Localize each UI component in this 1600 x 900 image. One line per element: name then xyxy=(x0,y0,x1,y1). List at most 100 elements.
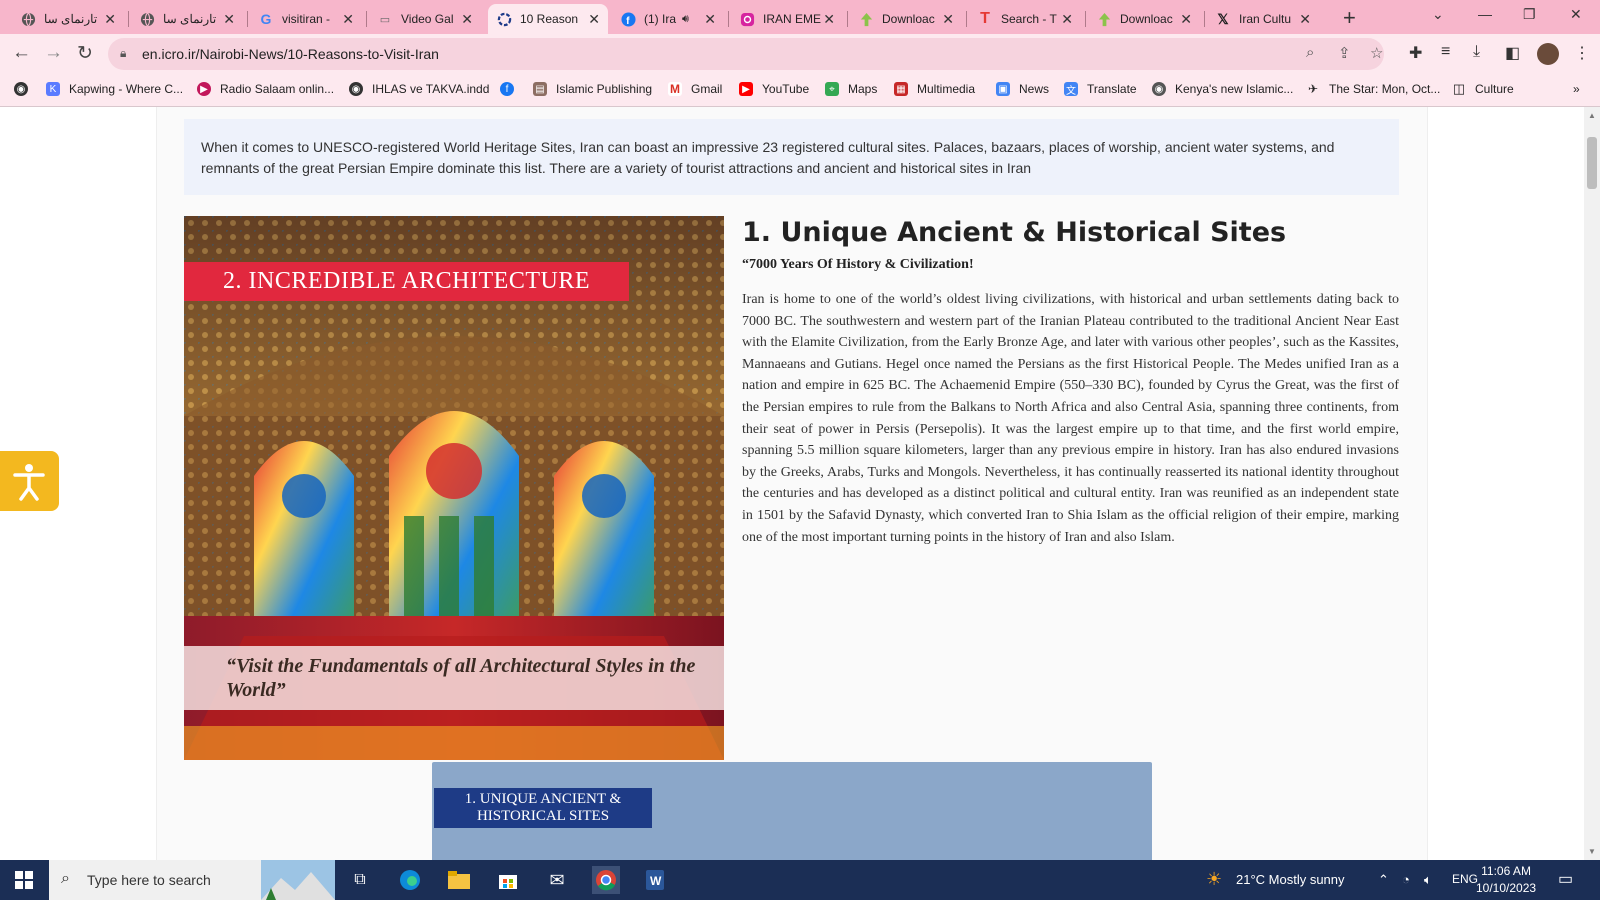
tab-1[interactable]: تارنمای سا ✕ xyxy=(12,4,124,34)
instagram-icon xyxy=(739,11,755,27)
close-icon[interactable]: ✕ xyxy=(942,11,954,28)
bookmark-maps[interactable]: ⌖ Maps xyxy=(825,82,877,96)
accessibility-icon xyxy=(13,464,45,501)
url-text[interactable]: en.icro.ir/Nairobi-News/10-Reasons-to-Vi… xyxy=(142,46,439,62)
t-icon: T xyxy=(980,10,990,27)
language-indicator[interactable]: ENG xyxy=(1452,872,1478,886)
mail-icon[interactable]: ✉ xyxy=(543,866,571,894)
bookmark-culture-folder[interactable]: ◫ Culture xyxy=(1452,81,1514,96)
translate-icon: 文 xyxy=(1064,82,1078,97)
new-tab-button[interactable]: + xyxy=(1343,5,1356,31)
bookmark-star-icon[interactable]: ☆ xyxy=(1370,44,1383,62)
minimize-button[interactable]: — xyxy=(1478,6,1492,22)
zoom-icon[interactable]: ⌕ xyxy=(1306,44,1314,61)
scroll-up-icon[interactable]: ▲ xyxy=(1588,111,1596,120)
tab-title: (1) Ira xyxy=(644,12,677,26)
bookmark-translate[interactable]: 文 Translate xyxy=(1064,82,1137,97)
bookmark-facebook[interactable]: f xyxy=(500,82,523,96)
clock-time: 11:06 AM xyxy=(1481,864,1531,878)
avatar[interactable] xyxy=(1537,43,1559,65)
address-bar[interactable]: 🔒︎ en.icro.ir/Nairobi-News/10-Reasons-to… xyxy=(108,38,1384,70)
close-icon[interactable]: ✕ xyxy=(1180,11,1192,28)
volume-icon[interactable]: 🔈︎ xyxy=(1424,872,1432,888)
tab-9[interactable]: T Search - T ✕ xyxy=(969,4,1081,34)
facebook-icon: f xyxy=(500,82,514,96)
share-icon[interactable]: ⇪ xyxy=(1338,44,1351,62)
bookmark-ihlas[interactable]: ◉ IHLAS ve TAKVA.indd xyxy=(349,82,489,96)
bookmark-the-star[interactable]: ✈ The Star: Mon, Oct... xyxy=(1306,82,1440,96)
folder-icon: ◫ xyxy=(1452,81,1466,96)
download-icon[interactable]: ⤓ xyxy=(1473,43,1480,61)
notifications-icon[interactable]: ▭ xyxy=(1558,869,1573,889)
tab-title: Iran Cultu xyxy=(1239,12,1292,26)
reload-icon[interactable]: ↻ xyxy=(77,42,93,65)
windows-taskbar: ⌕ Type here to search ⧉ ✉ W ☀ 21°C Mostl… xyxy=(0,860,1600,900)
bookmark-radio-salaam[interactable]: ▶ Radio Salaam onlin... xyxy=(197,82,334,96)
close-icon[interactable]: ✕ xyxy=(1299,11,1311,28)
forward-icon[interactable]: → xyxy=(44,42,63,64)
more-bookmarks-icon[interactable]: » xyxy=(1573,82,1580,96)
bookmark-multimedia[interactable]: ▦ Multimedia xyxy=(894,82,975,96)
close-icon[interactable]: ✕ xyxy=(823,11,835,28)
restore-button[interactable]: ❐ xyxy=(1523,6,1536,23)
bookmark-islamic-publishing[interactable]: ▤ Islamic Publishing xyxy=(533,82,652,96)
tab-5-active[interactable]: 10 Reason ✕ xyxy=(488,4,608,34)
bookmark-globe[interactable]: ◉ xyxy=(14,82,37,96)
taskbar-search-box[interactable]: ⌕ Type here to search xyxy=(49,860,335,900)
tab-8[interactable]: Downloac ✕ xyxy=(850,4,962,34)
task-view-icon[interactable]: ⧉ xyxy=(346,866,374,894)
show-hidden-icons[interactable]: ⌃ xyxy=(1378,872,1389,888)
close-icon[interactable]: ✕ xyxy=(588,11,600,28)
clock[interactable]: 11:06 AM 10/10/2023 xyxy=(1476,863,1536,897)
close-icon[interactable]: ✕ xyxy=(704,11,716,28)
tab-search-icon[interactable]: ⌄ xyxy=(1432,6,1444,23)
vertical-scrollbar[interactable]: ▲ ▼ xyxy=(1584,107,1600,860)
globe-icon: ◉ xyxy=(349,82,363,96)
store-icon[interactable] xyxy=(494,866,522,894)
close-icon[interactable]: ✕ xyxy=(461,11,473,28)
tab-4[interactable]: ▭ Video Gal ✕ xyxy=(369,4,481,34)
tab-7[interactable]: IRAN EME ✕ xyxy=(731,4,843,34)
bookmark-news[interactable]: ▣ News xyxy=(996,82,1049,96)
close-icon[interactable]: ✕ xyxy=(104,11,116,28)
extensions-icon[interactable]: ✚ xyxy=(1409,43,1422,63)
side-panel-icon[interactable]: ◧ xyxy=(1505,43,1520,63)
kapwing-icon: K xyxy=(46,82,60,96)
tab-2[interactable]: تارنمای سا ✕ xyxy=(131,4,243,34)
x-icon: 𝕏 xyxy=(1217,10,1229,27)
weather-icon[interactable]: ☀ xyxy=(1206,869,1222,890)
weather-text[interactable]: 21°C Mostly sunny xyxy=(1236,872,1345,887)
close-icon[interactable]: ✕ xyxy=(1061,11,1073,28)
svg-text:W: W xyxy=(650,874,662,888)
search-highlight-illustration xyxy=(261,860,335,900)
next-section-card: 1. UNIQUE ANCIENT & HISTORICAL SITES xyxy=(432,762,1152,860)
close-icon[interactable]: ✕ xyxy=(223,11,235,28)
scroll-thumb[interactable] xyxy=(1587,137,1597,189)
close-window-button[interactable]: ✕ xyxy=(1570,6,1582,23)
back-icon[interactable]: ← xyxy=(12,42,31,64)
scroll-down-icon[interactable]: ▼ xyxy=(1588,847,1596,856)
windows-start-icon[interactable] xyxy=(10,866,38,894)
chrome-icon[interactable] xyxy=(592,866,620,894)
media-icon[interactable]: ≡ xyxy=(1441,43,1450,61)
lock-icon[interactable]: 🔒︎ xyxy=(120,46,126,61)
accessibility-button[interactable] xyxy=(0,451,59,511)
tab-11[interactable]: 𝕏 Iran Cultu ✕ xyxy=(1207,4,1319,34)
speaker-icon[interactable]: 🔊︎ xyxy=(682,13,689,26)
tab-3[interactable]: G visitiran - ✕ xyxy=(250,4,362,34)
close-icon[interactable]: ✕ xyxy=(342,11,354,28)
bookmark-gmail[interactable]: M Gmail xyxy=(668,82,722,96)
tab-6[interactable]: f (1) Ira 🔊︎ ✕ xyxy=(612,4,724,34)
file-explorer-icon[interactable] xyxy=(445,866,473,894)
bookmark-youtube[interactable]: ▶ YouTube xyxy=(739,82,809,96)
word-icon[interactable]: W xyxy=(641,866,669,894)
architecture-image: 2. INCREDIBLE ARCHITECTURE “Visit the Fu… xyxy=(184,216,724,760)
tab-10[interactable]: Downloac ✕ xyxy=(1088,4,1200,34)
bookmark-kenya-islamic[interactable]: ◉ Kenya's new Islamic... xyxy=(1152,82,1293,96)
network-icon[interactable]: ◔ xyxy=(1402,872,1410,887)
star-icon: ✈ xyxy=(1306,82,1320,96)
video-icon: ▭ xyxy=(379,13,391,26)
edge-icon[interactable] xyxy=(396,866,424,894)
bookmark-kapwing[interactable]: K Kapwing - Where C... xyxy=(46,82,183,96)
menu-icon[interactable]: ⋮ xyxy=(1574,43,1590,63)
